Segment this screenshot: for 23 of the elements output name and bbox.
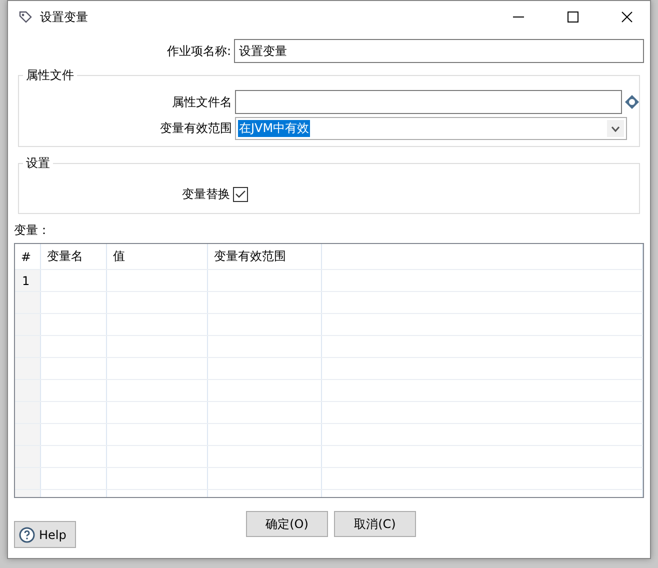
maximize-icon (567, 11, 579, 23)
dialog-button[interactable]: 取消(C) (334, 511, 416, 537)
checkbox-label: 变量替换 (181, 186, 230, 203)
file-name-field[interactable] (235, 90, 622, 114)
help-button[interactable]: Help (14, 521, 76, 548)
close-icon (621, 11, 633, 23)
dialog-button[interactable]: 确定(O) (246, 511, 328, 537)
field-label: 变量有效范围 (159, 120, 232, 137)
group-title: 设置 (25, 155, 51, 172)
scope-dropdown[interactable]: 在JVM中有效 (235, 117, 627, 140)
tag-icon (18, 10, 32, 24)
table-title: 变量： (14, 222, 51, 239)
field-label: 属性文件名 (171, 94, 232, 110)
checkmark-icon (235, 190, 246, 199)
caret-icon (611, 126, 620, 132)
group-title: 属性文件 (25, 67, 75, 84)
variable-icon[interactable] (625, 95, 639, 109)
row-header: 1 (15, 270, 41, 291)
field-label: 作业项名称: (166, 42, 231, 60)
window-title: 设置变量 (40, 8, 89, 26)
job-name-field[interactable]: 设置变量 (234, 39, 644, 63)
help-icon (19, 526, 35, 542)
checkbox[interactable] (233, 187, 248, 202)
